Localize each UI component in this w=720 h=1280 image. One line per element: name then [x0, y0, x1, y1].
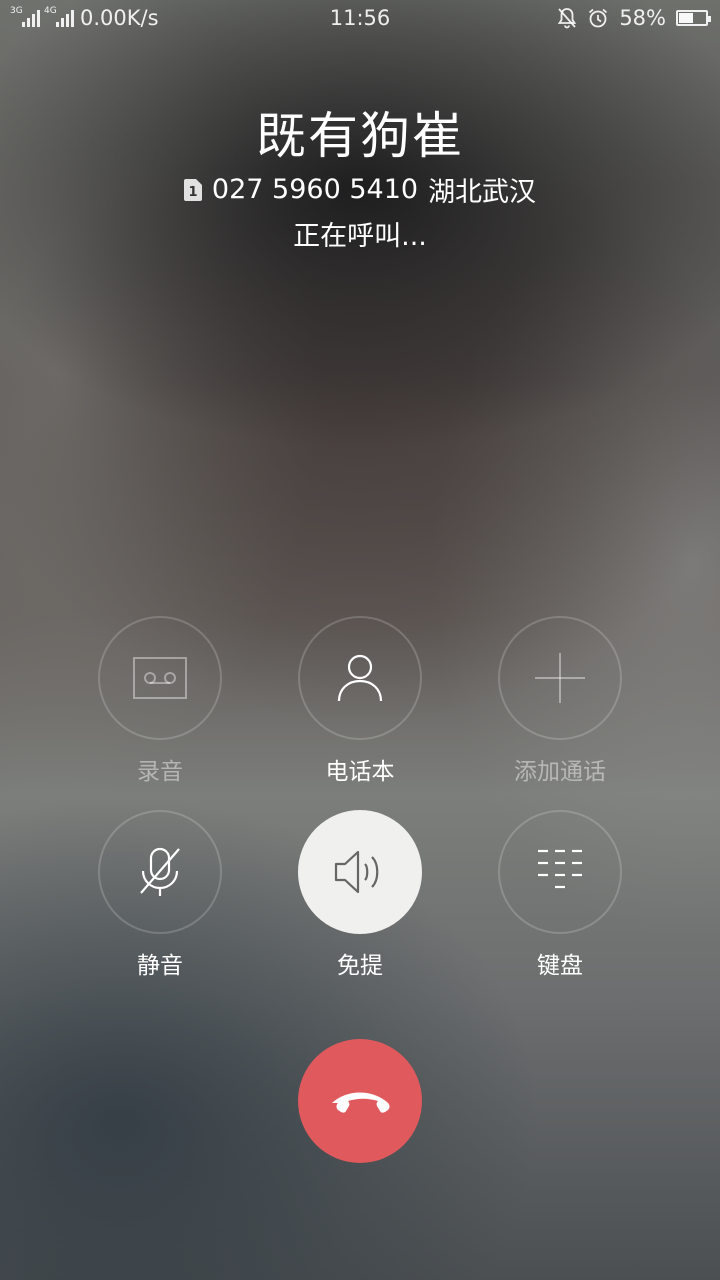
mute-label: 静音 [137, 953, 183, 979]
mute-circle[interactable] [98, 810, 222, 934]
record-icon [133, 657, 187, 699]
battery-icon [676, 10, 711, 26]
mute-mic-icon [140, 847, 180, 896]
add-call-label: 添加通话 [514, 759, 606, 785]
record-button[interactable]: 录音 [60, 616, 260, 786]
add-call-circle[interactable] [498, 616, 622, 740]
status-bar: 3G 4G 0.00K/s 11:56 58% [0, 0, 720, 38]
battery-percent: 58% [619, 6, 666, 30]
mute-button[interactable]: 静音 [60, 810, 260, 980]
speaker-label: 免提 [337, 953, 383, 979]
contacts-button[interactable]: 电话本 [260, 616, 460, 786]
keypad-button[interactable]: 键盘 [460, 810, 660, 980]
phone-location: 湖北武汉 [428, 177, 537, 208]
speaker-icon [334, 850, 379, 894]
add-call-icon [535, 653, 585, 703]
contacts-icon [337, 654, 383, 702]
mute-bell-icon [558, 8, 577, 29]
phone-number: 027 5960 5410 [211, 174, 419, 205]
call-status: 正在呼叫... [293, 221, 427, 252]
end-call-button[interactable] [298, 1039, 422, 1163]
record-label: 录音 [137, 759, 183, 785]
keypad-icon [538, 849, 582, 889]
caller-number-line: 1 027 5960 5410 湖北武汉 [0, 170, 720, 209]
keypad-circle[interactable] [498, 810, 622, 934]
keypad-label: 键盘 [537, 953, 583, 979]
contacts-circle[interactable] [298, 616, 422, 740]
speaker-button[interactable]: 免提 [260, 810, 460, 980]
caller-name: 既有狗崔 [256, 107, 464, 165]
sim-slot-number: 1 [188, 185, 197, 200]
add-call-button[interactable]: 添加通话 [460, 616, 660, 786]
status-right: 58% [557, 6, 711, 30]
contacts-label: 电话本 [325, 759, 395, 785]
speaker-circle[interactable] [298, 810, 422, 934]
end-call-icon [332, 1092, 390, 1113]
alarm-icon [589, 8, 608, 28]
sim-card-icon: 1 [183, 178, 202, 201]
record-circle[interactable] [98, 616, 222, 740]
